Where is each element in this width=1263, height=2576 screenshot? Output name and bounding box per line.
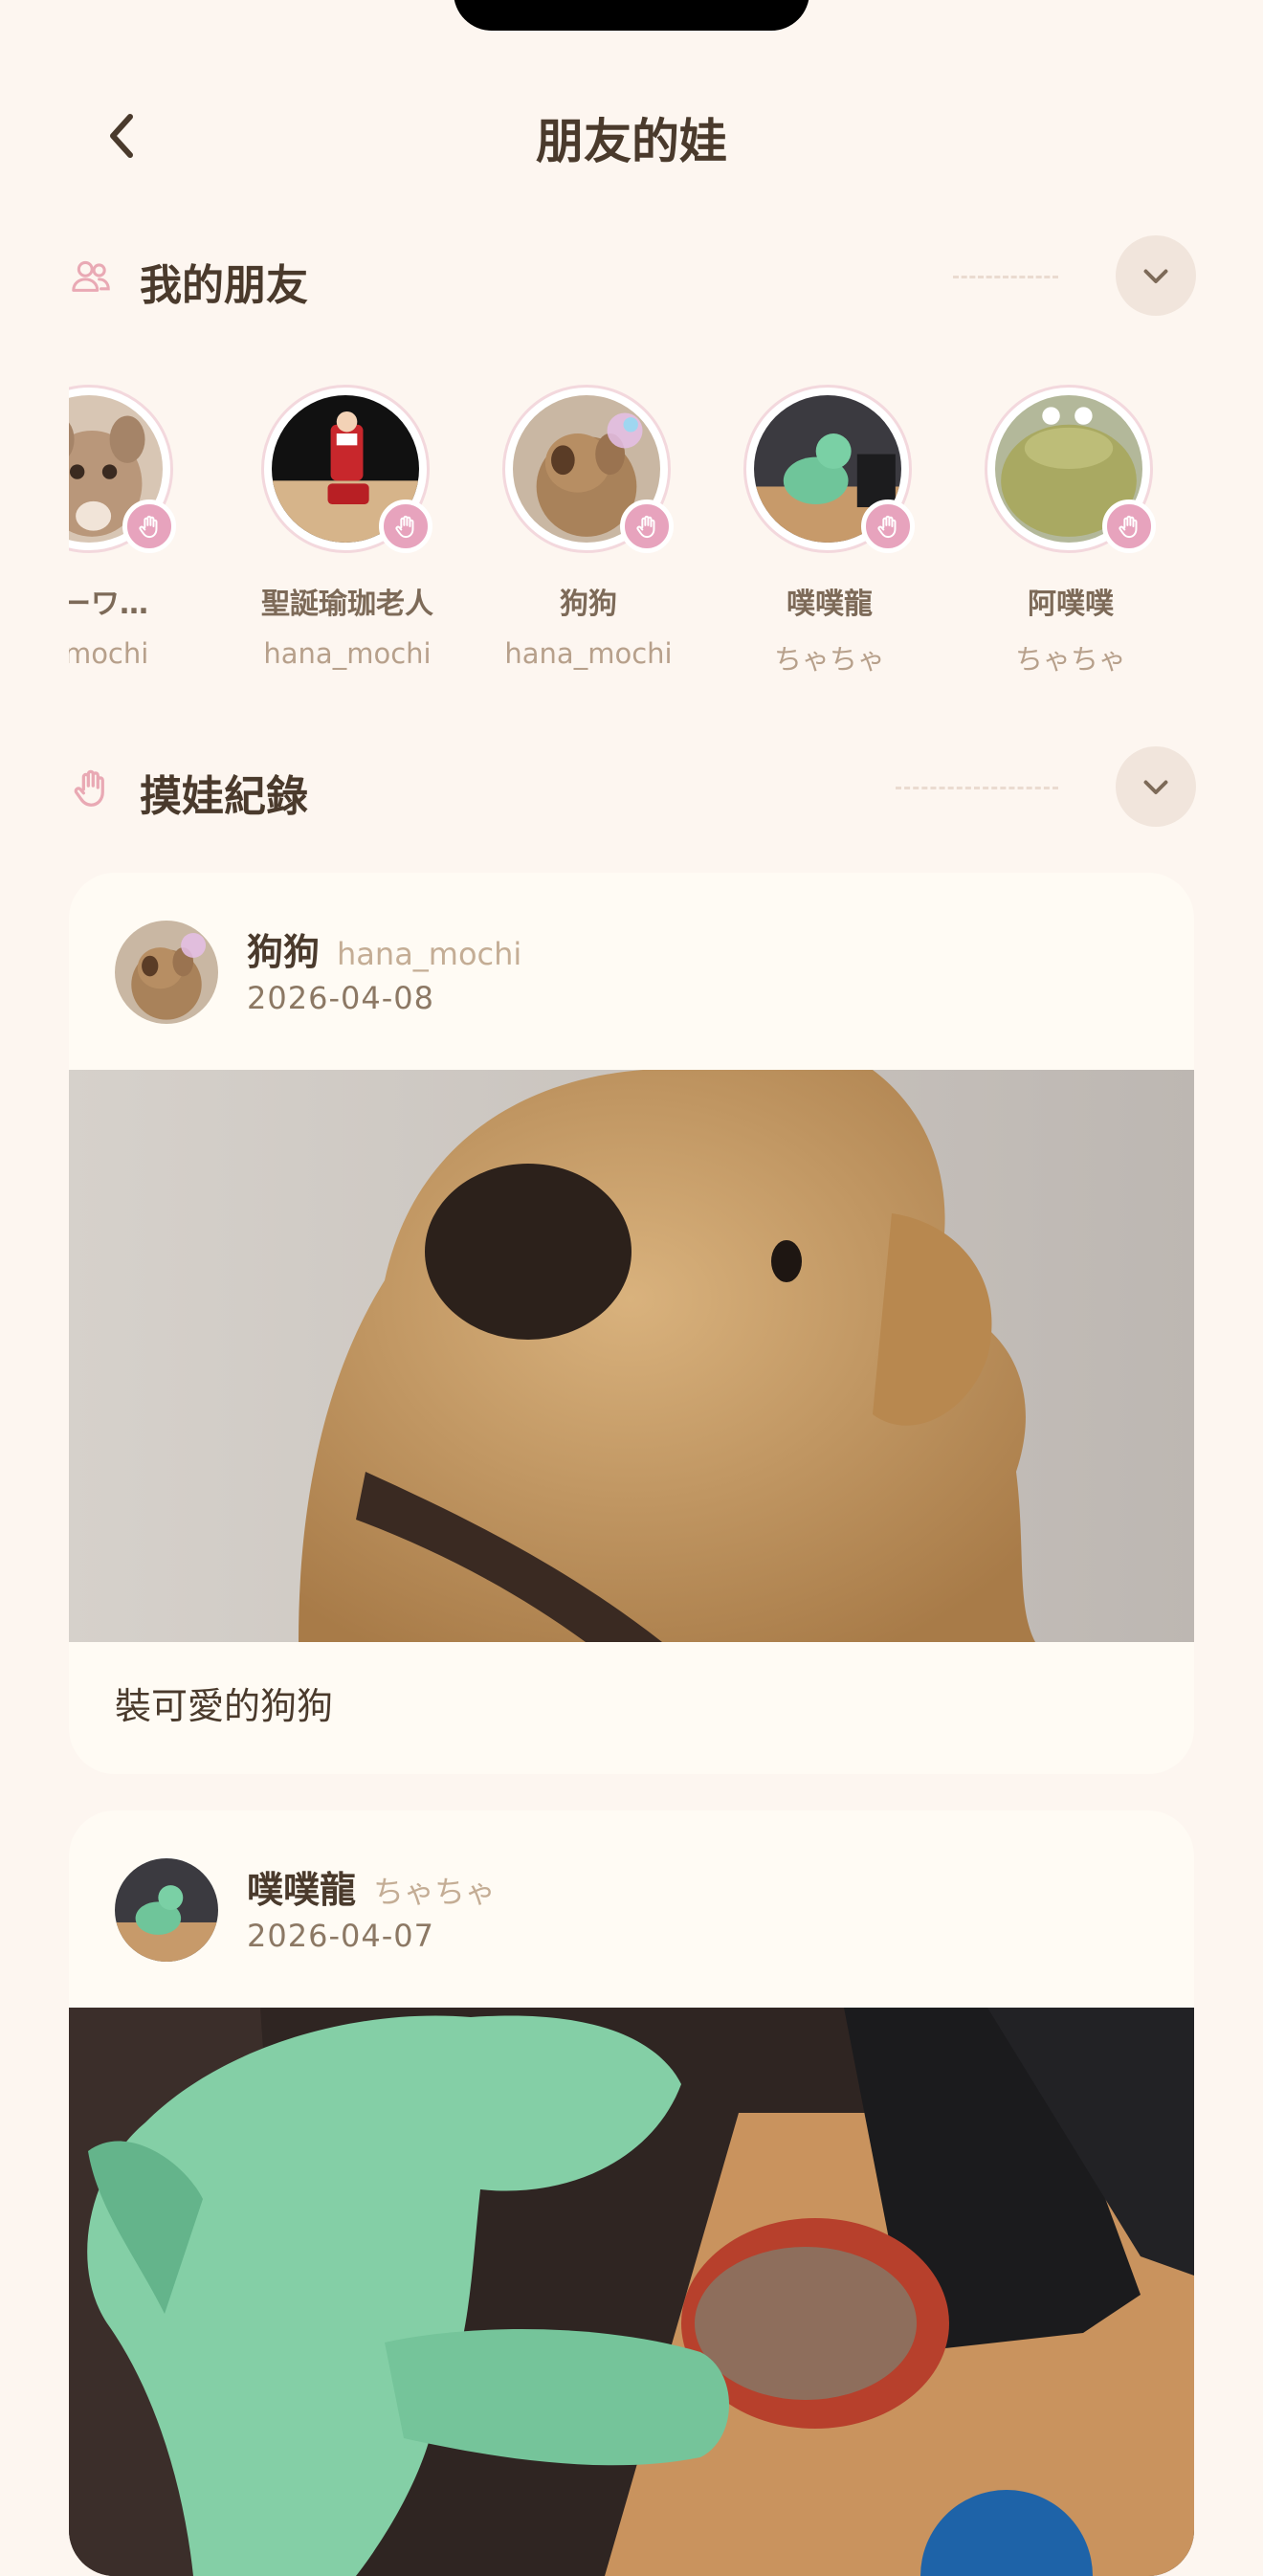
- pat-badge: [1102, 500, 1156, 553]
- chevron-down-icon: [1143, 269, 1168, 283]
- chevron-down-icon: [1143, 780, 1168, 794]
- hand-icon: [875, 513, 901, 540]
- friends-section-title: 我的朋友: [140, 261, 308, 310]
- friends-collapse-button[interactable]: [1116, 235, 1196, 316]
- friend-owner: ちゃちゃ: [1014, 643, 1126, 676]
- post-caption: 裝可愛的狗狗: [115, 1685, 334, 1727]
- records-collapse-button[interactable]: [1116, 746, 1196, 827]
- friend-owner: ちゃちゃ: [773, 643, 885, 676]
- friend-owner: hana_mochi: [504, 637, 673, 670]
- records-section-title: 摸娃紀錄: [140, 772, 308, 821]
- friend-name: 阿噗噗: [1028, 588, 1114, 621]
- friend-name: 噗噗龍: [787, 588, 873, 621]
- friend-name: 聖誕瑜珈老人: [261, 588, 433, 621]
- post-owner: ちゃちゃ: [373, 1874, 497, 1910]
- friends-list[interactable]: トーワ… a_mochi 聖誕瑜珈老人 hana_mochi: [69, 379, 1196, 685]
- post-photo[interactable]: [69, 2008, 1194, 2576]
- post-doll-name: 狗狗: [247, 931, 321, 973]
- post-avatar[interactable]: [115, 1858, 218, 1962]
- pat-badge: [620, 500, 674, 553]
- post-title: 狗狗 hana_mochi: [247, 922, 521, 975]
- people-icon: [72, 260, 110, 292]
- page-title: 朋友的娃: [536, 114, 727, 169]
- friend-owner: hana_mochi: [263, 637, 432, 670]
- pat-badge: [861, 500, 915, 553]
- friends-section-header: 我的朋友: [67, 233, 1196, 320]
- hand-icon: [633, 513, 660, 540]
- friend-name: 狗狗: [560, 588, 617, 621]
- post-date: 2026-04-07: [247, 1918, 434, 1954]
- post-card[interactable]: 狗狗 hana_mochi 2026-04-08 裝可愛的狗狗: [69, 873, 1194, 1774]
- pat-badge: [122, 500, 176, 553]
- post-avatar[interactable]: [115, 921, 218, 1024]
- friend-name: トーワ…: [69, 588, 148, 621]
- post-date: 2026-04-08: [247, 980, 434, 1016]
- divider: [953, 276, 1058, 278]
- hand-icon: [1116, 513, 1142, 540]
- hand-icon: [69, 766, 113, 810]
- post-owner: hana_mochi: [337, 936, 522, 972]
- post-photo[interactable]: [69, 1070, 1194, 1642]
- records-section-header: 摸娃紀錄: [67, 744, 1196, 831]
- hand-icon: [392, 513, 419, 540]
- hand-icon: [136, 513, 163, 540]
- friend-owner: a_mochi: [69, 637, 149, 670]
- post-title: 噗噗龍 ちゃちゃ: [247, 1860, 496, 1913]
- post-card[interactable]: 噗噗龍 ちゃちゃ 2026-04-07: [69, 1810, 1194, 2576]
- post-doll-name: 噗噗龍: [247, 1869, 357, 1911]
- divider: [896, 787, 1058, 789]
- pat-badge: [379, 500, 432, 553]
- camera-notch: [454, 0, 809, 31]
